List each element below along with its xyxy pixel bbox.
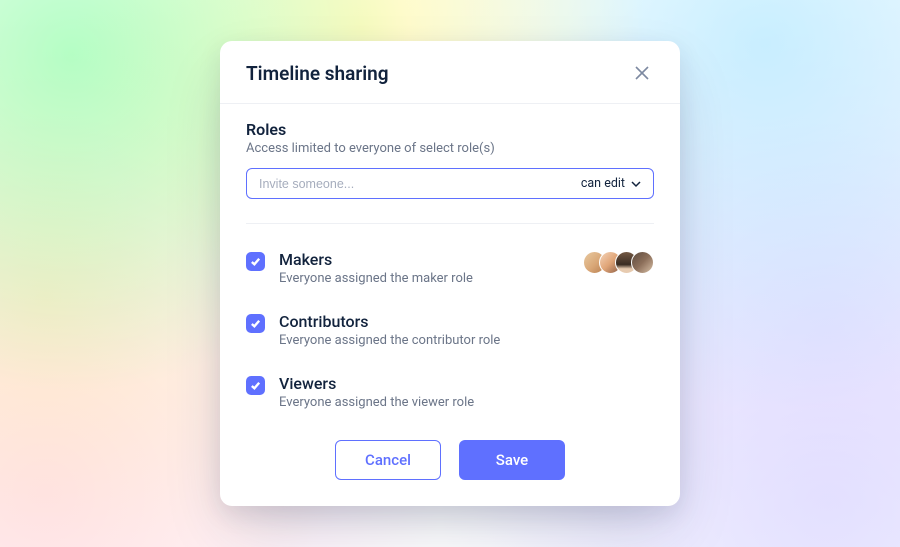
role-desc: Everyone assigned the viewer role — [279, 395, 654, 410]
check-icon — [250, 256, 261, 267]
role-checkbox[interactable] — [246, 252, 265, 271]
permission-dropdown[interactable]: can edit — [581, 176, 641, 191]
invite-input[interactable] — [259, 177, 571, 191]
roles-heading: Roles — [246, 120, 654, 139]
roles-list: Makers Everyone assigned the maker role … — [220, 228, 680, 430]
cancel-button[interactable]: Cancel — [335, 440, 441, 480]
close-icon — [635, 66, 649, 80]
role-desc: Everyone assigned the maker role — [279, 271, 569, 286]
role-row-contributors: Contributors Everyone assigned the contr… — [246, 300, 654, 362]
role-row-viewers: Viewers Everyone assigned the viewer rol… — [246, 362, 654, 424]
role-name: Viewers — [279, 374, 654, 393]
modal-header: Timeline sharing — [220, 41, 680, 104]
avatar-stack — [583, 251, 654, 274]
role-desc: Everyone assigned the contributor role — [279, 333, 654, 348]
role-name: Makers — [279, 250, 569, 269]
role-row-makers: Makers Everyone assigned the maker role — [246, 238, 654, 300]
role-text: Viewers Everyone assigned the viewer rol… — [279, 374, 654, 410]
role-text: Makers Everyone assigned the maker role — [279, 250, 569, 286]
role-checkbox[interactable] — [246, 314, 265, 333]
divider — [246, 223, 654, 224]
avatar — [631, 251, 654, 274]
chevron-down-icon — [631, 179, 641, 189]
permission-label: can edit — [581, 176, 625, 191]
sharing-modal: Timeline sharing Roles Access limited to… — [220, 41, 680, 506]
role-text: Contributors Everyone assigned the contr… — [279, 312, 654, 348]
invite-field-wrapper: can edit — [246, 168, 654, 199]
save-button[interactable]: Save — [459, 440, 565, 480]
modal-footer: Cancel Save — [220, 430, 680, 506]
check-icon — [250, 318, 261, 329]
close-button[interactable] — [630, 61, 654, 85]
roles-section: Roles Access limited to everyone of sele… — [220, 104, 680, 209]
roles-subtitle: Access limited to everyone of select rol… — [246, 141, 654, 156]
role-checkbox[interactable] — [246, 376, 265, 395]
role-name: Contributors — [279, 312, 654, 331]
modal-title: Timeline sharing — [246, 62, 389, 85]
check-icon — [250, 380, 261, 391]
